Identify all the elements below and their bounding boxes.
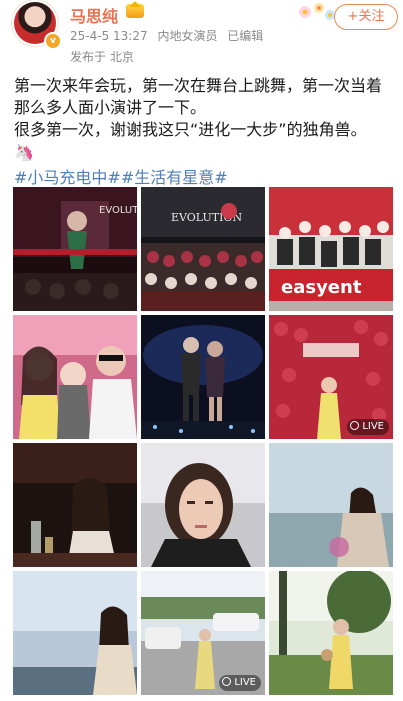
photo-2[interactable]: EVOLUTION [141,187,265,311]
photo-11[interactable]: LIVE [141,571,265,695]
photo-3-overlay-text: easyent [281,277,362,298]
verified-icon: v [44,32,62,50]
photo-7[interactable] [13,443,137,567]
photo-1-overlay-text: EVOLUT [99,205,137,216]
live-icon [350,421,360,430]
post-text-line-1: 第一次来年会玩，第一次在舞台上跳舞，第一次当着那么多人面小演讲了一下。 [14,76,383,117]
live-badge[interactable]: LIVE [219,675,261,691]
post-body: 第一次来年会玩，第一次在舞台上跳舞，第一次当着那么多人面小演讲了一下。 很多第一… [14,75,394,141]
edited-label[interactable]: 已编辑 [227,29,263,43]
live-label: LIVE [234,677,256,688]
post-date: 25-4-5 13:27 [70,29,148,43]
vip-crown-icon [126,1,144,18]
post-meta: 25-4-5 13:27 内地女演员 已编辑 [70,27,269,44]
photo-10[interactable] [13,571,137,695]
live-label: LIVE [362,421,384,432]
photo-3[interactable]: easyent [269,187,393,311]
photo-4[interactable] [13,315,137,439]
photo-5[interactable] [141,315,265,439]
post-location: 发布于 北京 [70,50,134,64]
photo-8[interactable] [141,443,265,567]
live-badge[interactable]: LIVE [347,419,389,435]
post-text-line-2: 很多第一次，谢谢我这只“进化一大步”的独角兽。 [14,120,367,139]
unicorn-icon: 🦄 [14,143,34,162]
author-name[interactable]: 马思纯 [70,3,118,27]
post-header: v 马思纯 25-4-5 13:27 内地女演员 已编辑 发布于 北京 +关注 [0,0,403,70]
post-source: 内地女演员 [157,29,218,43]
photo-6[interactable]: LIVE [269,315,393,439]
topic-tags[interactable]: #小马充电中##生活有星意# [14,164,228,188]
photo-9[interactable] [269,443,393,567]
photo-1[interactable]: EVOLUT [13,187,137,311]
photo-grid: EVOLUT EVOLUTION easyent LIVE LIVE [13,187,393,697]
follow-button[interactable]: +关注 [334,4,398,30]
photo-12[interactable] [269,571,393,695]
live-icon [222,677,232,686]
